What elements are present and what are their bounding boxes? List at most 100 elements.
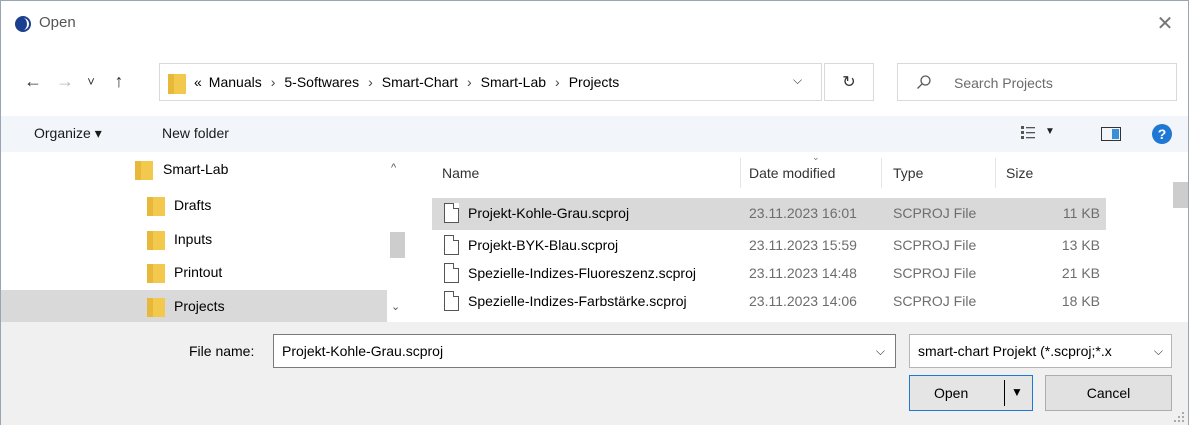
dialog-footer: File name: Projekt-Kohle-Grau.scproj ⌵ s…	[1, 322, 1188, 425]
breadcrumb-separator[interactable]: ›	[262, 74, 285, 90]
breadcrumb-separator[interactable]: ›	[359, 74, 382, 90]
help-icon[interactable]: ?	[1152, 124, 1172, 144]
open-button-label: Open	[934, 385, 969, 401]
folder-icon	[168, 74, 186, 94]
back-button[interactable]: ←	[21, 67, 45, 95]
file-size: 21 KB	[1061, 265, 1100, 281]
breadcrumb-separator[interactable]: ›	[546, 74, 569, 90]
navigation-bar: ← → ˅ ↑ « Manuals › 5-Softwares › Smart-…	[1, 59, 1188, 103]
view-dropdown-icon[interactable]: ▼	[1045, 126, 1055, 137]
search-input[interactable]: Search Projects	[897, 63, 1177, 101]
chevron-down-icon: ˅	[87, 73, 95, 89]
address-dropdown-icon[interactable]: ⌵	[793, 73, 802, 88]
breadcrumb-separator[interactable]: ›	[458, 74, 481, 90]
file-size: 11 KB	[1062, 205, 1100, 221]
file-date: 23.11.2023 14:06	[749, 293, 857, 309]
file-size: 13 KB	[1061, 237, 1100, 253]
tree-item-label: Smart-Lab	[163, 161, 229, 177]
search-icon	[917, 75, 931, 89]
view-options-icon[interactable]	[1021, 126, 1035, 140]
new-folder-button[interactable]: New folder	[162, 125, 229, 141]
file-icon	[444, 291, 459, 311]
refresh-button[interactable]: ↻	[824, 63, 874, 101]
file-date: 23.11.2023 15:59	[749, 237, 857, 253]
command-toolbar: Organize ▾ New folder ▼ ?	[1, 116, 1188, 152]
file-name-label: File name:	[189, 343, 255, 359]
file-date: 23.11.2023 14:48	[749, 265, 857, 281]
tree-scrollbar[interactable]: ^ ⌄	[387, 152, 408, 322]
recent-locations-button[interactable]: ˅	[79, 67, 103, 95]
refresh-icon: ↻	[842, 74, 856, 91]
tree-item-drafts[interactable]: Drafts	[1, 189, 387, 221]
breadcrumb-item[interactable]: 5-Softwares	[284, 74, 359, 90]
folder-icon	[147, 298, 165, 317]
cancel-button[interactable]: Cancel	[1045, 375, 1172, 411]
file-size: 18 KB	[1061, 293, 1100, 309]
arrow-left-icon: ←	[24, 70, 42, 91]
close-button[interactable]: ✕	[1142, 1, 1188, 45]
file-name: Projekt-Kohle-Grau.scproj	[468, 205, 630, 221]
file-row[interactable]: Spezielle-Indizes-Farbstärke.scproj 23.1…	[432, 286, 1106, 318]
file-name-field[interactable]: Projekt-Kohle-Grau.scproj ⌵	[273, 334, 896, 368]
tree-item-projects[interactable]: Projects	[1, 290, 387, 322]
file-type: SCPROJ File	[893, 237, 977, 253]
file-row[interactable]: Projekt-Kohle-Grau.scproj 23.11.2023 16:…	[432, 198, 1106, 230]
breadcrumb-overflow[interactable]: «	[194, 74, 202, 90]
close-icon: ✕	[1156, 12, 1174, 35]
tree-item-inputs[interactable]: Inputs	[1, 223, 387, 255]
file-name: Spezielle-Indizes-Farbstärke.scproj	[468, 293, 687, 309]
file-date: 23.11.2023 16:01	[749, 205, 857, 221]
title-bar[interactable]: Open ✕	[1, 1, 1188, 45]
up-button[interactable]: ↑	[107, 67, 131, 95]
arrow-right-icon: →	[56, 70, 74, 91]
tree-item-label: Projects	[174, 298, 225, 314]
window-title: Open	[39, 14, 76, 31]
file-name: Spezielle-Indizes-Fluoreszenz.scproj	[468, 265, 696, 281]
tree-item-printout[interactable]: Printout	[1, 256, 387, 288]
file-icon	[444, 263, 459, 283]
search-placeholder: Search Projects	[954, 75, 1053, 91]
scrollbar-thumb[interactable]	[1173, 182, 1188, 208]
column-header-size[interactable]: Size	[996, 152, 1106, 196]
chevron-down-icon[interactable]: ⌵	[876, 344, 885, 359]
breadcrumb-item[interactable]: Manuals	[209, 74, 262, 90]
column-header-type[interactable]: Type	[882, 152, 995, 196]
open-file-dialog: Open ✕ ← → ˅ ↑ « Manuals › 5-Softwares ›…	[0, 0, 1189, 425]
folder-icon	[147, 197, 165, 216]
preview-pane-icon[interactable]	[1101, 127, 1121, 141]
app-icon	[15, 16, 31, 32]
column-header-date[interactable]: Date modified	[741, 152, 881, 196]
column-header-label: Date modified	[749, 165, 836, 181]
scroll-up-icon[interactable]: ^	[391, 162, 396, 174]
address-bar[interactable]: « Manuals › 5-Softwares › Smart-Chart › …	[159, 63, 822, 101]
file-type-select[interactable]: smart-chart Projekt (*.scproj;*.x ⌵	[909, 334, 1172, 368]
file-list-scrollbar[interactable]	[1173, 182, 1188, 322]
file-type: SCPROJ File	[893, 293, 977, 309]
breadcrumb-item[interactable]: Smart-Chart	[382, 74, 458, 90]
breadcrumb-item[interactable]: Smart-Lab	[481, 74, 546, 90]
file-type: SCPROJ File	[893, 265, 977, 281]
resize-grip-icon[interactable]	[1174, 412, 1184, 422]
file-type-value: smart-chart Projekt (*.scproj;*.x	[918, 343, 1112, 359]
file-type: SCPROJ File	[893, 205, 977, 221]
scroll-down-icon[interactable]: ⌄	[391, 300, 400, 313]
file-list: ⌄ Name Date modified Type Size Projekt-K…	[410, 152, 1188, 322]
file-name-value: Projekt-Kohle-Grau.scproj	[282, 343, 444, 359]
breadcrumb-item[interactable]: Projects	[569, 74, 620, 90]
breadcrumb: « Manuals › 5-Softwares › Smart-Chart › …	[194, 74, 619, 90]
tree-item-smart-lab[interactable]: Smart-Lab	[1, 153, 387, 185]
chevron-down-icon: ⌵	[1153, 344, 1163, 358]
open-options-icon[interactable]: ▼	[1011, 385, 1023, 399]
column-header-name[interactable]: Name	[432, 152, 740, 196]
open-button[interactable]: Open ▼	[909, 375, 1033, 411]
column-header-label: Name	[442, 165, 480, 181]
arrow-up-icon: ↑	[114, 70, 124, 91]
organize-button[interactable]: Organize ▾	[34, 125, 102, 142]
tree-item-label: Drafts	[174, 197, 212, 213]
column-header-label: Size	[1006, 165, 1034, 181]
forward-button[interactable]: →	[53, 67, 77, 95]
navigation-tree: Smart-Lab Drafts Inputs Printout Project…	[1, 152, 410, 322]
folder-icon	[147, 231, 165, 250]
scrollbar-thumb[interactable]	[390, 232, 405, 258]
cancel-button-label: Cancel	[1086, 385, 1131, 401]
